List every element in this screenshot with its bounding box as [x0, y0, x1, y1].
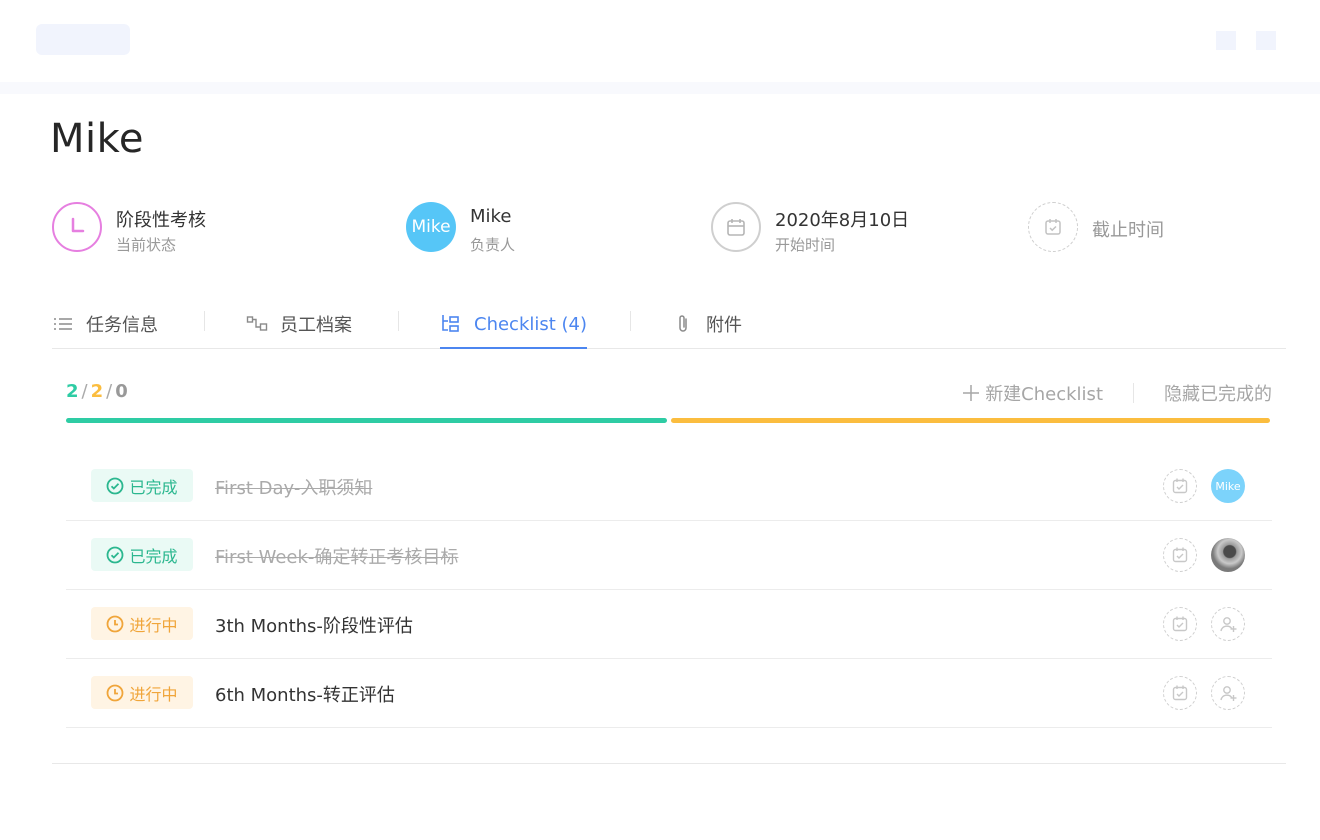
not-started-count: 0: [115, 381, 128, 402]
status-badge-label: 进行中: [129, 615, 178, 635]
tab-label: 员工档案: [280, 315, 352, 336]
checklist: 已完成 First Day-入职须知 Mike 已完成 First Week-确…: [66, 452, 1272, 728]
calendar-check-icon: [1028, 202, 1078, 252]
progress-bar-completed: [66, 418, 667, 423]
top-bar: [0, 0, 1320, 82]
tab-task-info[interactable]: 任务信息: [52, 300, 158, 348]
action-divider: [1133, 383, 1134, 403]
top-bar-button[interactable]: [1256, 31, 1276, 50]
checklist-actions: 新建Checklist 隐藏已完成的: [961, 380, 1272, 406]
add-assignee-button[interactable]: [1211, 607, 1245, 641]
assignee-photo-avatar[interactable]: [1211, 538, 1245, 572]
add-assignee-button[interactable]: [1211, 676, 1245, 710]
tab-divider: [204, 311, 205, 331]
tab-divider: [398, 311, 399, 331]
add-user-icon: [1220, 617, 1237, 632]
count-separator: /: [81, 381, 88, 402]
add-checklist-label: 新建Checklist: [985, 384, 1103, 405]
tab-divider: [630, 311, 631, 331]
complete-toggle[interactable]: [1163, 607, 1197, 641]
checklist-row[interactable]: 已完成 First Day-入职须知 Mike: [66, 452, 1272, 521]
status-badge-label: 已完成: [129, 546, 178, 566]
page-title: Mike: [50, 116, 144, 162]
paperclip-icon: [672, 313, 694, 335]
status-value: 阶段性考核: [116, 210, 206, 231]
checklist-row[interactable]: 已完成 First Week-确定转正考核目标: [66, 521, 1272, 590]
clock-icon: [106, 615, 124, 633]
complete-toggle[interactable]: [1163, 676, 1197, 710]
in-progress-count: 2: [90, 381, 104, 402]
status-badge-label: 已完成: [129, 477, 178, 497]
checklist-item-text: 6th Months-转正评估: [215, 685, 395, 706]
tab-checklist[interactable]: Checklist (4): [440, 300, 588, 349]
check-circle-icon: [106, 546, 124, 564]
calendar-icon: [711, 202, 761, 252]
tab-label: 附件: [706, 315, 742, 336]
section-divider: [52, 763, 1286, 764]
status-badge: 进行中: [91, 676, 193, 709]
deadline-label: 截止时间: [1092, 220, 1164, 241]
tab-bar: 任务信息 员工档案 Checklist (4) 附件: [52, 300, 1286, 349]
count-separator: /: [106, 381, 113, 402]
clock-icon: [52, 202, 102, 252]
start-date-value: 2020年8月10日: [775, 210, 910, 231]
checklist-icon: [440, 313, 462, 335]
checklist-row[interactable]: 进行中 6th Months-转正评估: [66, 659, 1272, 728]
progress-bar-in-progress: [671, 418, 1270, 423]
status-badge-label: 进行中: [129, 684, 178, 704]
check-circle-icon: [106, 477, 124, 495]
progress-counts: 2/2/0: [66, 381, 128, 402]
start-date-label: 开始时间: [775, 236, 836, 254]
clock-icon: [106, 684, 124, 702]
list-icon: [52, 313, 74, 335]
tab-employee-profile[interactable]: 员工档案: [246, 300, 352, 348]
owner-avatar[interactable]: Mike: [406, 202, 456, 252]
owner-name: Mike: [470, 206, 512, 227]
flow-icon: [246, 313, 268, 335]
tab-label: Checklist (4): [474, 313, 588, 335]
tab-attachments[interactable]: 附件: [672, 300, 742, 348]
assignee-avatar[interactable]: Mike: [1211, 469, 1245, 503]
top-bar-placeholder[interactable]: [36, 24, 130, 55]
complete-toggle[interactable]: [1163, 469, 1197, 503]
status-badge: 已完成: [91, 469, 193, 502]
complete-toggle[interactable]: [1163, 538, 1197, 572]
plus-icon: [961, 383, 981, 403]
tab-label: 任务信息: [86, 315, 158, 336]
header-divider: [0, 82, 1320, 94]
top-bar-button[interactable]: [1216, 31, 1236, 50]
status-label: 当前状态: [116, 236, 177, 254]
checklist-item-text: First Day-入职须知: [215, 478, 373, 499]
status-badge: 已完成: [91, 538, 193, 571]
status-badge: 进行中: [91, 607, 193, 640]
add-checklist-button[interactable]: 新建Checklist: [961, 380, 1103, 406]
checklist-item-text: First Week-确定转正考核目标: [215, 547, 459, 568]
add-user-icon: [1220, 686, 1237, 701]
completed-count: 2: [66, 381, 79, 402]
checklist-item-text: 3th Months-阶段性评估: [215, 616, 413, 637]
checklist-row[interactable]: 进行中 3th Months-阶段性评估: [66, 590, 1272, 659]
hide-completed-button[interactable]: 隐藏已完成的: [1164, 380, 1272, 406]
owner-label: 负责人: [470, 236, 516, 254]
